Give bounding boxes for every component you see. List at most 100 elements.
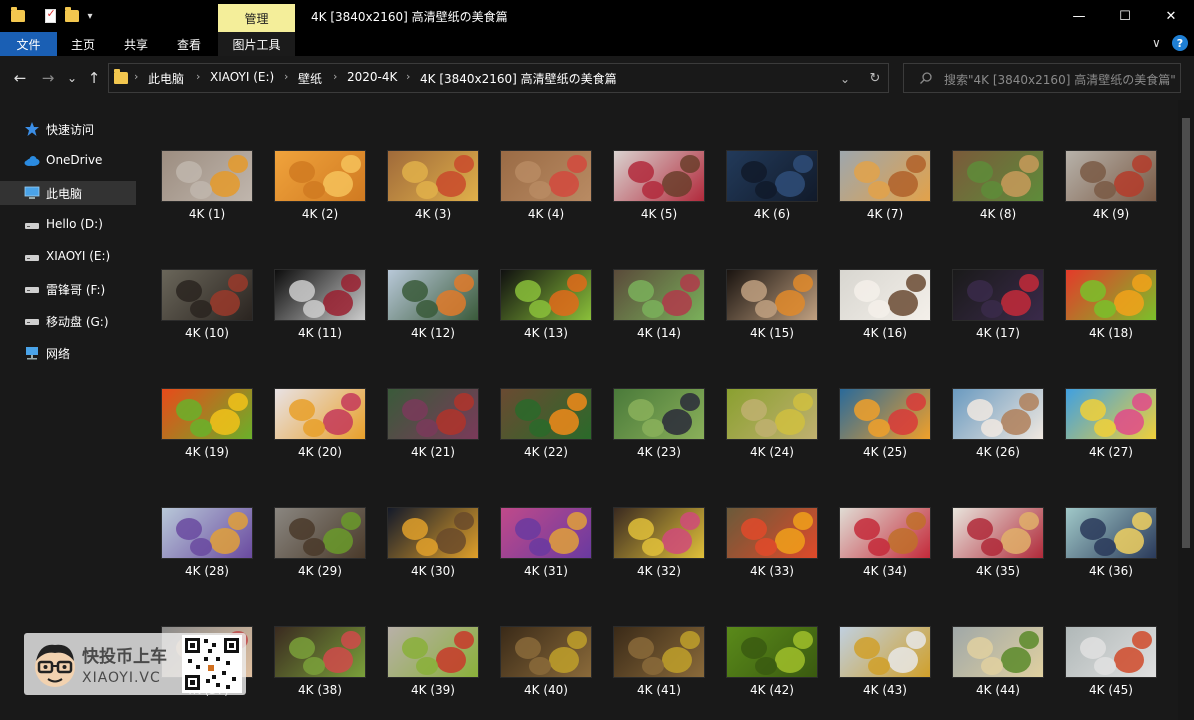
file-thumbnail[interactable] bbox=[274, 388, 366, 440]
address-dropdown-button[interactable]: ⌄ bbox=[838, 70, 852, 88]
sidebar-item-quick-access[interactable]: 快速访问 bbox=[0, 117, 136, 141]
sidebar-item-drive-e[interactable]: XIAOYI (E:) bbox=[0, 245, 136, 269]
thumbnail-detail bbox=[303, 181, 325, 199]
breadcrumb-current-folder[interactable]: 4K [3840x2160] 高清壁纸の美食篇 bbox=[420, 70, 617, 87]
refresh-button[interactable]: ↻ bbox=[866, 69, 884, 87]
recent-locations-button[interactable]: ⌄ bbox=[64, 69, 80, 87]
thumbnail-detail bbox=[1132, 393, 1152, 411]
file-thumbnail[interactable] bbox=[161, 507, 253, 559]
file-thumbnail[interactable] bbox=[726, 269, 818, 321]
new-folder-icon[interactable] bbox=[64, 7, 80, 25]
breadcrumb-wallpaper[interactable]: 壁纸 bbox=[298, 70, 322, 87]
file-thumbnail[interactable] bbox=[387, 150, 479, 202]
context-tab-manage[interactable]: 管理 bbox=[218, 4, 295, 32]
file-thumbnail[interactable] bbox=[613, 269, 705, 321]
file-thumbnail[interactable] bbox=[952, 150, 1044, 202]
thumbnail-detail bbox=[454, 155, 474, 173]
file-thumbnail[interactable] bbox=[1065, 388, 1157, 440]
file-thumbnail[interactable] bbox=[839, 388, 931, 440]
thumbnail-detail bbox=[981, 181, 1003, 199]
file-thumbnail[interactable] bbox=[839, 626, 931, 678]
sidebar-item-drive-d[interactable]: Hello (D:) bbox=[0, 213, 136, 237]
breadcrumb-separator[interactable]: › bbox=[406, 70, 410, 83]
file-thumbnail[interactable] bbox=[161, 388, 253, 440]
thumbnail-detail bbox=[529, 300, 551, 318]
breadcrumb-2020-4k[interactable]: 2020-4K bbox=[347, 70, 397, 84]
breadcrumb-separator[interactable]: › bbox=[196, 70, 200, 83]
file-thumbnail[interactable] bbox=[500, 150, 592, 202]
sidebar-item-onedrive[interactable]: OneDrive bbox=[0, 149, 136, 173]
tab-share[interactable]: 共享 bbox=[113, 32, 159, 56]
breadcrumb-separator[interactable]: › bbox=[333, 70, 337, 83]
customize-quick-access-icon[interactable]: ▾ bbox=[84, 7, 96, 25]
file-thumbnail[interactable] bbox=[387, 626, 479, 678]
thumbnail-detail bbox=[906, 274, 926, 292]
file-thumbnail[interactable] bbox=[839, 507, 931, 559]
file-thumbnail[interactable] bbox=[613, 626, 705, 678]
sidebar-item-this-pc[interactable]: 此电脑 bbox=[0, 181, 136, 205]
file-thumbnail[interactable] bbox=[274, 626, 366, 678]
file-thumbnail[interactable] bbox=[500, 507, 592, 559]
file-thumbnail[interactable] bbox=[500, 269, 592, 321]
forward-button[interactable]: → bbox=[38, 69, 58, 87]
thumbnail-detail bbox=[1080, 280, 1106, 302]
up-button[interactable]: ↑ bbox=[84, 69, 104, 87]
file-thumbnail[interactable] bbox=[1065, 507, 1157, 559]
maximize-button[interactable]: ☐ bbox=[1102, 0, 1148, 32]
file-thumbnail[interactable] bbox=[839, 150, 931, 202]
file-thumbnail[interactable] bbox=[952, 269, 1044, 321]
file-thumbnail[interactable] bbox=[1065, 626, 1157, 678]
file-thumbnail[interactable] bbox=[952, 388, 1044, 440]
file-thumbnail[interactable] bbox=[613, 150, 705, 202]
file-thumbnail[interactable] bbox=[839, 269, 931, 321]
breadcrumb-separator[interactable]: › bbox=[284, 70, 288, 83]
file-thumbnail[interactable] bbox=[726, 507, 818, 559]
navigation-pane: 快速访问 OneDrive 此电脑 Hello (D:) XIAOYI (E:) bbox=[0, 100, 138, 720]
file-thumbnail[interactable] bbox=[726, 626, 818, 678]
scrollbar-thumb[interactable] bbox=[1182, 118, 1190, 548]
tab-view[interactable]: 查看 bbox=[166, 32, 212, 56]
file-thumbnail[interactable] bbox=[387, 388, 479, 440]
tab-picture-tools[interactable]: 图片工具 bbox=[218, 32, 295, 56]
tab-home[interactable]: 主页 bbox=[60, 32, 106, 56]
file-thumbnail[interactable] bbox=[161, 150, 253, 202]
back-button[interactable]: ← bbox=[10, 69, 30, 87]
close-button[interactable]: ✕ bbox=[1148, 0, 1194, 32]
file-thumbnail[interactable] bbox=[387, 269, 479, 321]
sidebar-item-drive-g[interactable]: 移动盘 (G:) bbox=[0, 309, 136, 333]
minimize-button[interactable]: — bbox=[1056, 0, 1102, 32]
file-thumbnail[interactable] bbox=[387, 507, 479, 559]
breadcrumb-separator[interactable]: › bbox=[134, 70, 138, 83]
file-thumbnail[interactable] bbox=[500, 626, 592, 678]
properties-icon[interactable] bbox=[42, 7, 58, 25]
file-thumbnail[interactable] bbox=[613, 388, 705, 440]
thumbnail-detail bbox=[176, 518, 202, 540]
sidebar-item-network[interactable]: 网络 bbox=[0, 341, 136, 365]
file-thumbnail[interactable] bbox=[1065, 269, 1157, 321]
file-thumbnail[interactable] bbox=[726, 150, 818, 202]
file-name-label: 4K (4) bbox=[527, 207, 565, 221]
file-thumbnail[interactable] bbox=[952, 626, 1044, 678]
file-thumbnail[interactable] bbox=[161, 269, 253, 321]
sidebar-item-drive-f[interactable]: 雷锋哥 (F:) bbox=[0, 277, 136, 301]
file-thumbnail[interactable] bbox=[726, 388, 818, 440]
thumbnail-detail bbox=[967, 399, 993, 421]
thumbnail-detail bbox=[529, 181, 551, 199]
file-thumbnail[interactable] bbox=[613, 507, 705, 559]
file-thumbnail[interactable] bbox=[274, 150, 366, 202]
file-thumbnail[interactable] bbox=[1065, 150, 1157, 202]
breadcrumb-this-pc[interactable]: 此电脑 bbox=[148, 70, 184, 87]
expand-ribbon-icon[interactable]: ∨ bbox=[1152, 36, 1161, 50]
file-thumbnail[interactable] bbox=[500, 388, 592, 440]
help-icon[interactable]: ? bbox=[1172, 35, 1188, 51]
breadcrumb-drive-e[interactable]: XIAOYI (E:) bbox=[210, 70, 274, 84]
thumbnail-detail bbox=[190, 538, 212, 556]
thumbnail-detail bbox=[567, 631, 587, 649]
sidebar-item-label: XIAOYI (E:) bbox=[46, 249, 111, 263]
file-thumbnail[interactable] bbox=[952, 507, 1044, 559]
file-thumbnail[interactable] bbox=[274, 507, 366, 559]
file-name-label: 4K (34) bbox=[863, 564, 907, 578]
tab-file[interactable]: 文件 bbox=[0, 32, 57, 56]
thumbnail-detail bbox=[854, 399, 880, 421]
file-thumbnail[interactable] bbox=[274, 269, 366, 321]
